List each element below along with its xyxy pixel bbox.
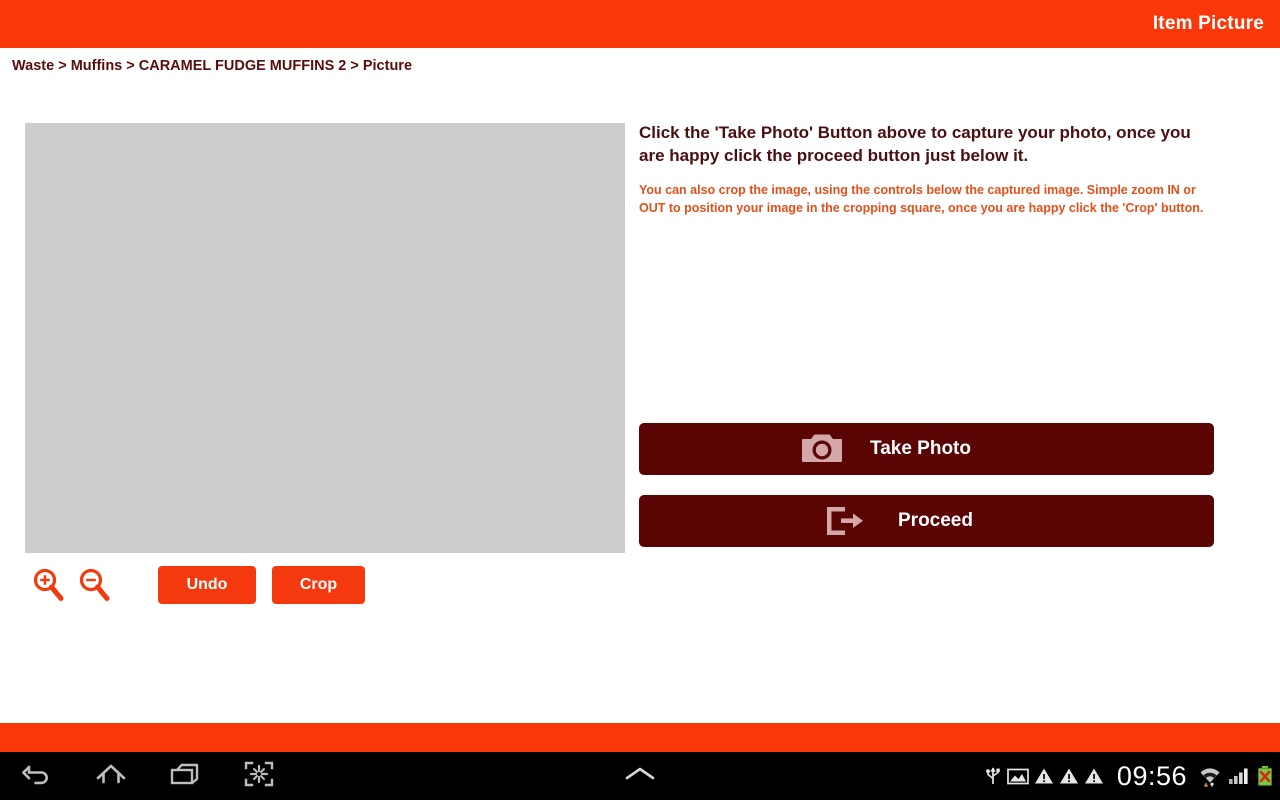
proceed-button[interactable]: Proceed — [639, 495, 1214, 547]
usb-icon — [984, 765, 1002, 787]
zoom-in-icon — [28, 565, 68, 605]
status-tray: 09:56 — [984, 752, 1274, 800]
nav-back-button[interactable] — [0, 752, 74, 800]
instructions-panel: Click the 'Take Photo' Button above to c… — [639, 122, 1214, 217]
recent-apps-icon — [168, 757, 202, 796]
gallery-icon — [1007, 767, 1029, 785]
nav-home-button[interactable] — [74, 752, 148, 800]
page-title: Item Picture — [1152, 13, 1264, 34]
warning-triangle-icon — [1059, 767, 1079, 785]
nav-buttons-group — [0, 752, 296, 800]
warning-triangle-icon — [1034, 767, 1054, 785]
app-header: Item Picture — [0, 0, 1280, 48]
status-clock: 09:56 — [1116, 760, 1187, 791]
nav-recents-button[interactable] — [148, 752, 222, 800]
instruction-primary: Click the 'Take Photo' Button above to c… — [639, 123, 1191, 165]
main-content: Undo Crop Click the 'Take Photo' Button … — [0, 100, 1280, 720]
zoom-out-icon — [74, 565, 114, 605]
image-preview-area[interactable] — [25, 123, 625, 553]
warning-triangle-icon — [1084, 767, 1104, 785]
crop-controls: Undo Crop — [25, 562, 365, 608]
zoom-out-button[interactable] — [71, 562, 117, 608]
take-photo-button[interactable]: Take Photo — [639, 423, 1214, 475]
bottom-accent-bar — [0, 723, 1280, 752]
crop-button[interactable]: Crop — [272, 566, 365, 604]
wifi-icon — [1198, 764, 1222, 788]
system-navigation-bar: 09:56 — [0, 752, 1280, 800]
back-arrow-icon — [20, 757, 54, 796]
chevron-up-icon[interactable] — [622, 764, 658, 789]
undo-button[interactable]: Undo — [158, 566, 256, 604]
proceed-label: Proceed — [898, 510, 973, 531]
battery-error-icon — [1256, 765, 1274, 787]
home-icon — [94, 757, 128, 796]
cellular-signal-icon — [1227, 766, 1251, 786]
exit-arrow-icon — [820, 501, 868, 541]
camera-icon — [798, 429, 846, 469]
screenshot-icon — [242, 757, 276, 796]
app-root: Item Picture Waste > Muffins > CARAMEL F… — [0, 0, 1280, 800]
zoom-in-button[interactable] — [25, 562, 71, 608]
instruction-secondary: You can also crop the image, using the c… — [639, 183, 1204, 216]
take-photo-label: Take Photo — [870, 438, 971, 459]
nav-screenshot-button[interactable] — [222, 752, 296, 800]
breadcrumb[interactable]: Waste > Muffins > CARAMEL FUDGE MUFFINS … — [12, 58, 412, 74]
